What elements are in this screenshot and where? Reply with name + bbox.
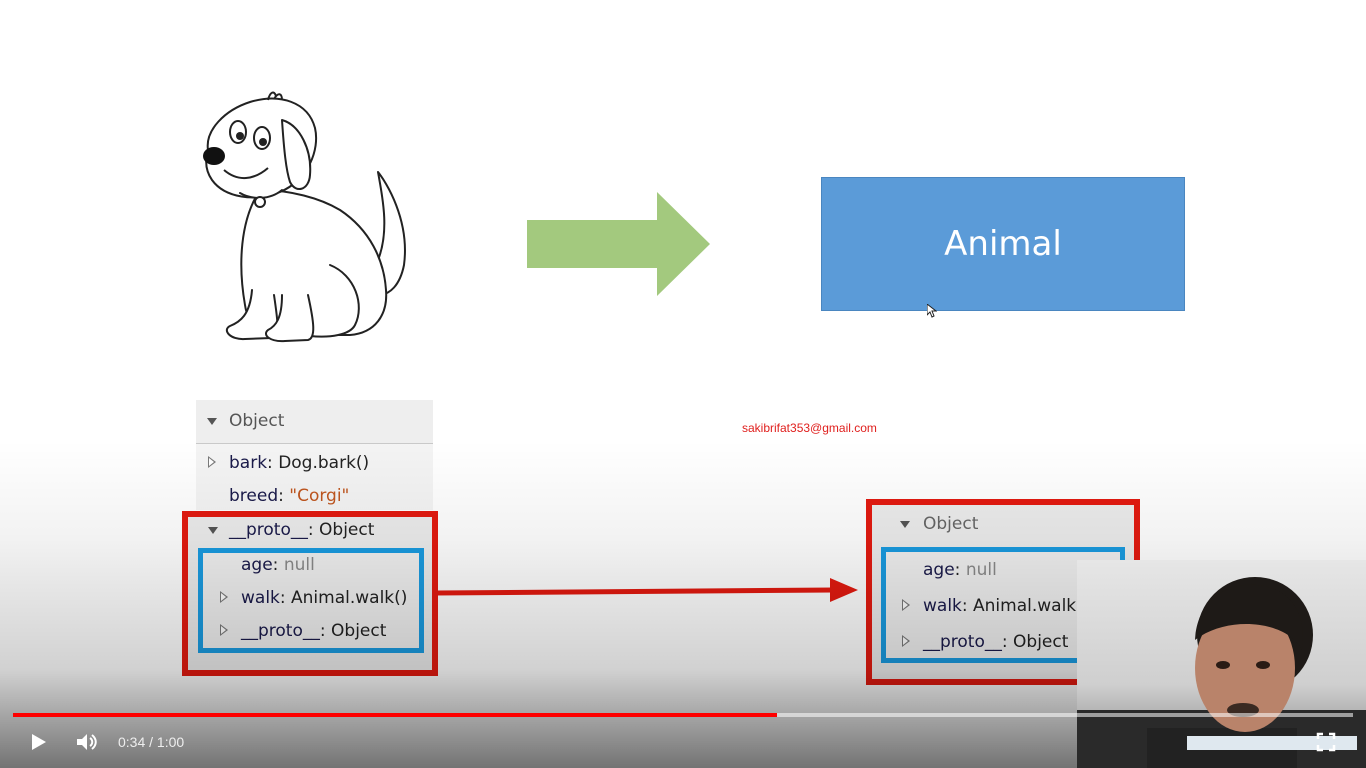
expand-triangle-icon[interactable] (220, 591, 228, 603)
collapse-triangle-icon[interactable] (900, 521, 910, 528)
mouse-cursor-icon (927, 304, 937, 318)
dog-illustration (203, 91, 406, 343)
expand-triangle-icon[interactable] (902, 599, 910, 611)
right-row-age: age: null (923, 560, 997, 580)
play-icon (32, 734, 46, 750)
video-frame[interactable]: Animal sakibrifat353@gmail.com Object ba… (0, 0, 1366, 768)
red-connector-arrow (436, 578, 858, 602)
left-object-title: Object (229, 411, 285, 431)
row-bark: bark: Dog.bark() (229, 453, 370, 473)
fullscreen-icon (1316, 732, 1336, 752)
green-arrow (527, 192, 710, 296)
fullscreen-button[interactable] (1312, 728, 1340, 756)
player-controls: 0:34 / 1:00 (0, 722, 1366, 768)
progress-fill (13, 713, 777, 717)
volume-button[interactable] (72, 728, 102, 756)
expand-triangle-icon[interactable] (902, 635, 910, 647)
animal-box: Animal (821, 177, 1185, 311)
collapse-triangle-icon[interactable] (207, 418, 217, 425)
right-row-walk: walk: Animal.walk() (923, 596, 1090, 616)
row-age: age: null (241, 555, 315, 575)
row-proto: __proto__: Object (229, 520, 375, 540)
collapse-triangle-icon[interactable] (208, 527, 218, 534)
play-button[interactable] (24, 728, 52, 756)
email-watermark: sakibrifat353@gmail.com (742, 421, 877, 435)
row-breed: breed: "Corgi" (229, 486, 350, 506)
time-display: 0:34 / 1:00 (118, 734, 185, 750)
animal-label: Animal (944, 224, 1062, 264)
right-row-proto: __proto__: Object (923, 632, 1069, 652)
expand-triangle-icon[interactable] (220, 624, 228, 636)
volume-icon (77, 734, 97, 750)
right-object-title: Object (923, 514, 979, 534)
progress-bar[interactable] (13, 713, 1353, 717)
row-walk: walk: Animal.walk() (241, 588, 408, 608)
expand-triangle-icon[interactable] (208, 456, 216, 468)
row-proto-inner: __proto__: Object (241, 621, 387, 641)
